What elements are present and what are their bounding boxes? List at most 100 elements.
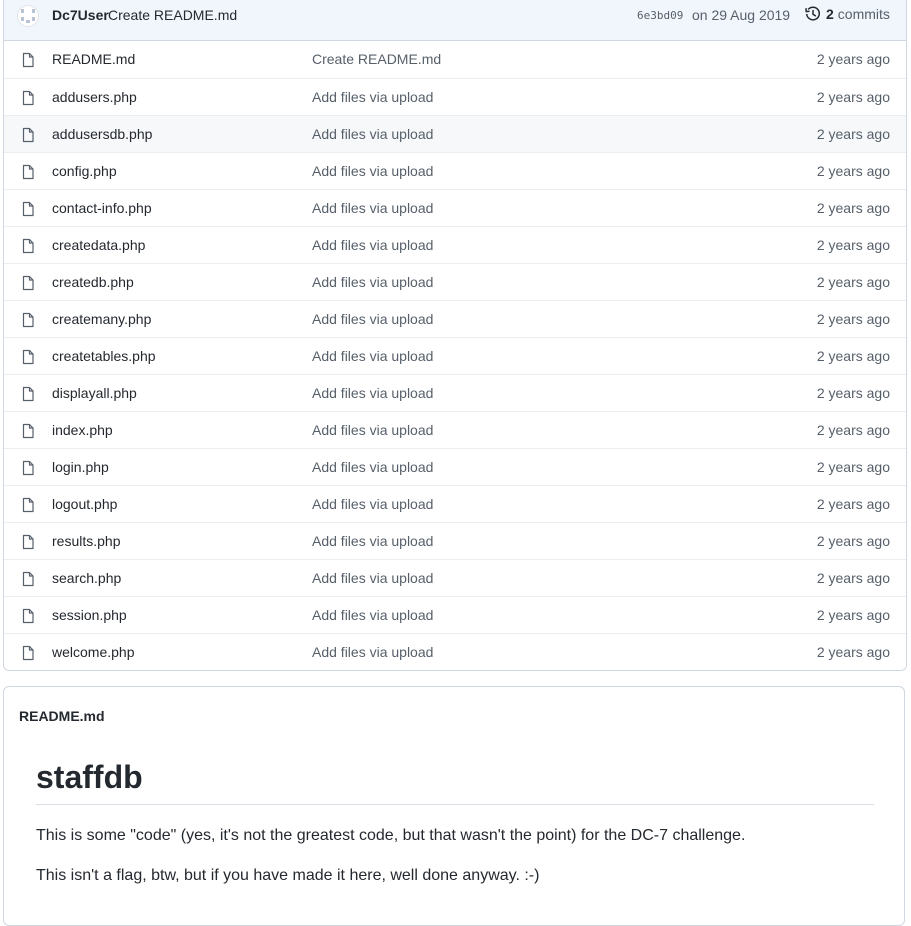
file-age: 2 years ago [816,570,890,586]
file-name-link[interactable]: logout.php [52,496,117,512]
file-commit-message-link[interactable]: Add files via upload [312,126,433,142]
file-commit-message-link[interactable]: Add files via upload [312,607,433,623]
file-age: 2 years ago [816,200,890,216]
file-name-link[interactable]: config.php [52,163,117,179]
file-row[interactable]: README.md Create README.md 2 years ago [4,41,906,78]
file-row[interactable]: createdb.php Add files via upload 2 years … [4,263,906,300]
history-icon [805,6,820,21]
file-commit-message-link[interactable]: Add files via upload [312,311,433,327]
file-age: 2 years ago [816,644,890,660]
file-name-link[interactable]: search.php [52,570,121,586]
file-name-link[interactable]: displayall.php [52,385,137,401]
readme-header-link[interactable]: README.md [19,708,105,724]
file-row[interactable]: config.php Add files via upload 2 years ag… [4,152,906,189]
file-name-link[interactable]: login.php [52,459,109,475]
file-row[interactable]: results.php Add files via upload 2 years a… [4,522,906,559]
file-commit-message-link[interactable]: Add files via upload [312,533,433,549]
file-name-link[interactable]: addusers.php [52,89,137,105]
commits-history-link[interactable]: 2 commits [805,6,890,22]
file-row[interactable]: addusers.php Add files via upload 2 years … [4,78,906,115]
readme-paragraph: This is some "code" (yes, it's not the g… [36,827,746,844]
commit-message-link[interactable]: Create README.md [108,7,237,23]
file-rows: README.md Create README.md 2 years ago addu… [4,41,906,670]
file-name-link[interactable]: index.php [52,422,113,438]
file-commit-message-link[interactable]: Add files via upload [312,422,433,438]
readme-box: README.md staffdb This is some "code" (y… [3,686,905,926]
file-icon [21,201,35,222]
file-age: 2 years ago [816,496,890,512]
file-commit-message-link[interactable]: Add files via upload [312,200,433,216]
file-icon [21,460,35,481]
file-icon [21,571,35,592]
file-age: 2 years ago [816,126,890,142]
file-row[interactable]: welcome.php Add files via upload 2 years a… [4,633,906,670]
avatar[interactable] [17,5,39,27]
file-icon [21,497,35,518]
file-row[interactable]: contact-info.php Add files via upload 2 ye… [4,189,906,226]
file-icon [21,645,35,666]
file-icon [21,275,35,296]
file-commit-message-link[interactable]: Add files via upload [312,89,433,105]
readme-heading: staffdb [36,759,874,805]
file-commit-message-link[interactable]: Add files via upload [312,274,433,290]
file-age: 2 years ago [816,51,890,67]
latest-commit-bar: Dc7User Create README.md 6e3bd09 on 29 A… [4,0,906,41]
file-icon [21,164,35,185]
file-row[interactable]: index.php Add files via upload 2 years ago [4,411,906,448]
file-age: 2 years ago [816,422,890,438]
file-age: 2 years ago [816,348,890,364]
file-icon [21,534,35,555]
file-age: 2 years ago [816,607,890,623]
file-icon [21,312,35,333]
file-row[interactable]: createtables.php Add files via upload 2 ye… [4,337,906,374]
file-list-box: Dc7User Create README.md 6e3bd09 on 29 A… [3,0,907,671]
file-icon [21,90,35,111]
file-name-link[interactable]: session.php [52,607,127,623]
file-row[interactable]: createmany.php Add files via upload 2 year… [4,300,906,337]
file-name-link[interactable]: contact-info.php [52,200,152,216]
file-row[interactable]: login.php Add files via upload 2 years ago [4,448,906,485]
file-name-link[interactable]: welcome.php [52,644,135,660]
file-icon [21,423,35,444]
readme-paragraph: This isn't a flag, btw, but if you have … [36,867,540,884]
file-name-link[interactable]: createtables.php [52,348,156,364]
commit-date: on 29 Aug 2019 [692,7,791,23]
file-row[interactable]: addusersdb.php Add files via upload 2 year… [4,115,906,152]
file-commit-message-link[interactable]: Add files via upload [312,570,433,586]
commits-label: commits [837,6,890,22]
file-age: 2 years ago [816,163,890,179]
file-row[interactable]: displayall.php Add files via upload 2 year… [4,374,906,411]
file-icon [21,127,35,148]
commit-author-link[interactable]: Dc7User [52,7,109,23]
file-name-link[interactable]: addusersdb.php [52,126,152,142]
file-commit-message-link[interactable]: Add files via upload [312,459,433,475]
commits-count: 2 [826,6,834,22]
file-row[interactable]: session.php Add files via upload 2 years a… [4,596,906,633]
file-icon [21,238,35,259]
file-age: 2 years ago [816,89,890,105]
file-commit-message-link[interactable]: Add files via upload [312,163,433,179]
file-icon [21,52,35,73]
file-name-link[interactable]: createdb.php [52,274,134,290]
file-age: 2 years ago [816,533,890,549]
file-age: 2 years ago [816,237,890,253]
file-icon [21,608,35,629]
file-commit-message-link[interactable]: Add files via upload [312,348,433,364]
commit-sha-link[interactable]: 6e3bd09 [637,9,683,22]
file-age: 2 years ago [816,385,890,401]
file-row[interactable]: createdata.php Add files via upload 2 year… [4,226,906,263]
file-name-link[interactable]: README.md [52,51,135,67]
file-commit-message-link[interactable]: Add files via upload [312,496,433,512]
file-age: 2 years ago [816,311,890,327]
file-commit-message-link[interactable]: Add files via upload [312,237,433,253]
file-row[interactable]: logout.php Add files via upload 2 years ag… [4,485,906,522]
file-name-link[interactable]: createmany.php [52,311,151,327]
file-name-link[interactable]: createdata.php [52,237,145,253]
file-commit-message-link[interactable]: Add files via upload [312,385,433,401]
file-name-link[interactable]: results.php [52,533,120,549]
file-age: 2 years ago [816,459,890,475]
file-commit-message-link[interactable]: Create README.md [312,51,441,67]
file-commit-message-link[interactable]: Add files via upload [312,644,433,660]
avatar-identicon [21,9,35,23]
file-row[interactable]: search.php Add files via upload 2 years ag… [4,559,906,596]
